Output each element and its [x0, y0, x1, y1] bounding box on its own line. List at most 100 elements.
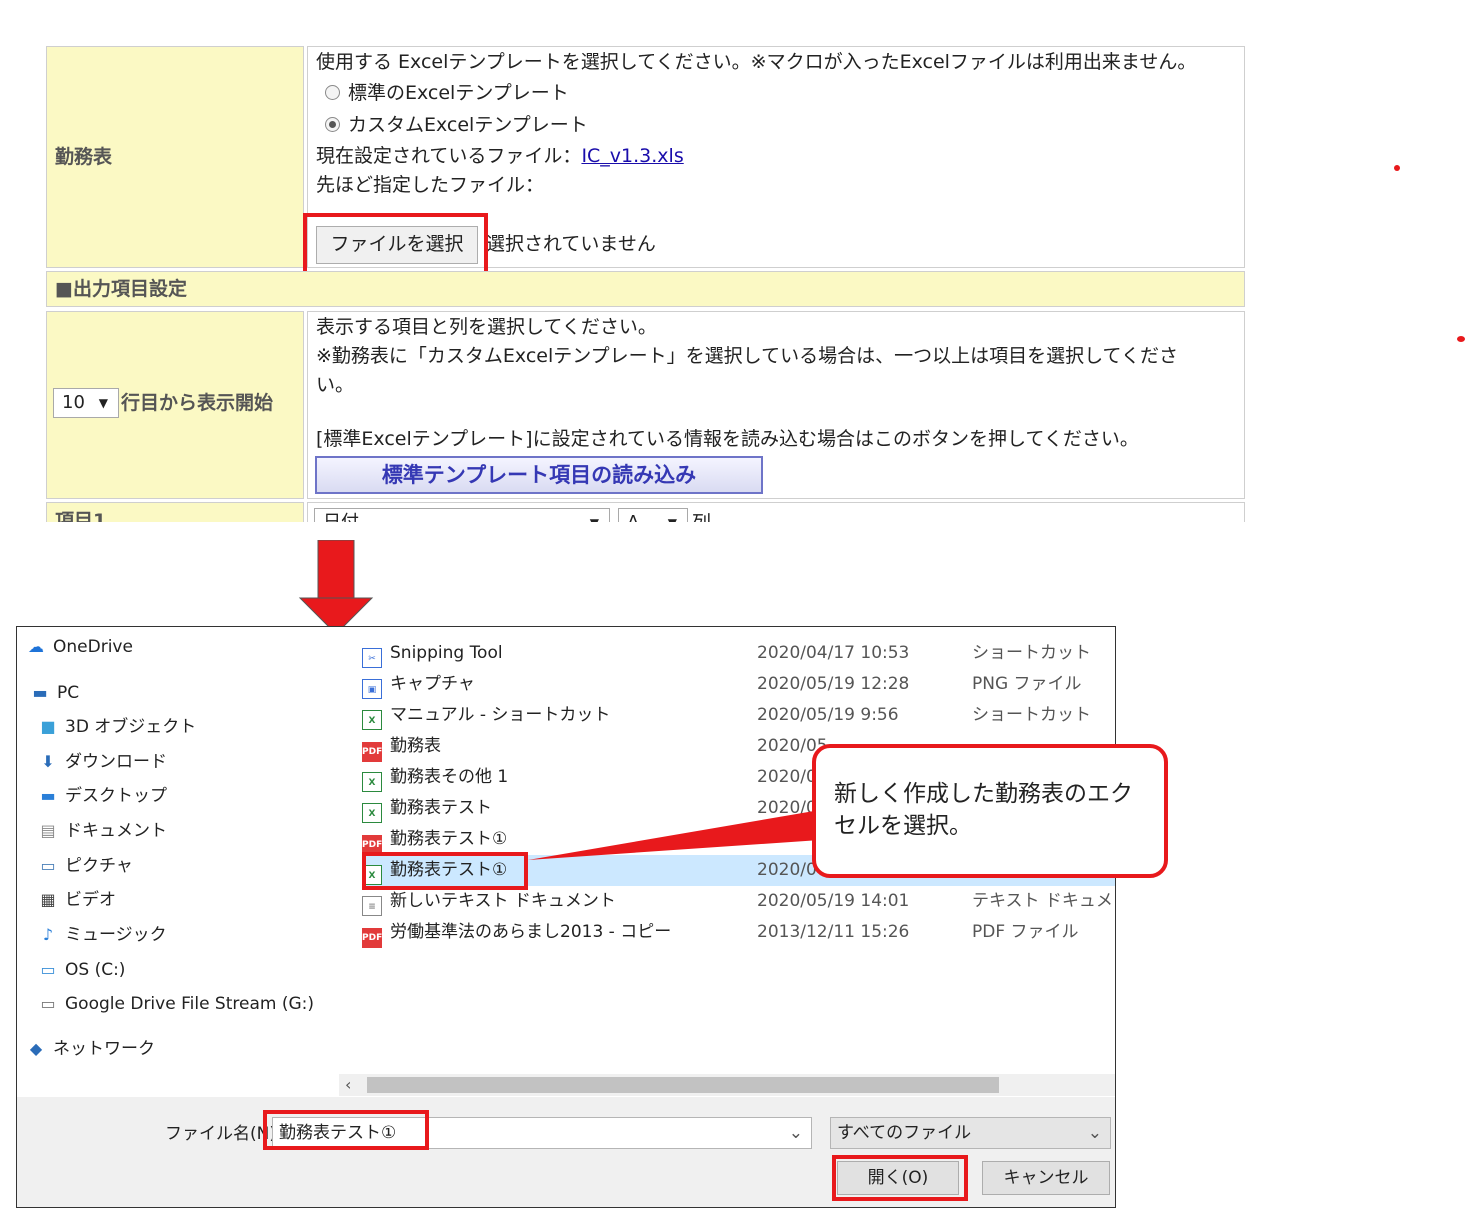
select-items-text: 表示する項目と列を選択してください。: [316, 316, 657, 338]
radio-standard-template[interactable]: [325, 85, 340, 100]
filetype-value: すべてのファイル: [837, 1123, 972, 1143]
highlight-selected-file: [362, 852, 528, 890]
chevron-down-icon: ▼: [590, 509, 599, 522]
image-file-icon: ▣: [362, 679, 382, 699]
nav-item-videos[interactable]: ▦ ビデオ: [37, 889, 116, 911]
output-section-bar: ■出力項目設定: [46, 271, 1245, 307]
highlight-choose-file: [303, 213, 488, 280]
worksheet-label-cell: 勤務表: [46, 46, 304, 268]
file-type: ショートカット: [972, 705, 1091, 725]
chevron-down-icon: ⌄: [1087, 1123, 1102, 1143]
file-date: 2020/0: [757, 767, 817, 787]
item1-value-cell: 日付 ▼ A ▼ 列: [307, 502, 1245, 522]
scroll-left-icon[interactable]: ‹: [345, 1074, 351, 1096]
item1-label-cell: 項目1: [46, 502, 304, 522]
nav-item-music[interactable]: ♪ ミュージック: [37, 924, 167, 946]
start-row-suffix: 行目から表示開始: [121, 392, 274, 414]
excel-file-icon: X: [362, 772, 382, 792]
template-prompt: 使用する Excelテンプレートを選択してください。※マクロが入ったExcelフ…: [316, 51, 1197, 73]
note-line-2: い。: [316, 374, 355, 396]
cloud-icon: ☁: [28, 637, 44, 656]
item1-label: 項目1: [55, 510, 107, 522]
scrollbar-thumb[interactable]: [367, 1077, 999, 1093]
cube-icon: ■: [40, 717, 56, 736]
current-file-line: 現在設定されているファイル：IC_v1.3.xls: [316, 144, 684, 168]
file-row[interactable]: X マニュアル - ショートカット 2020/05/19 9:56 ショートカット: [362, 700, 1115, 731]
nav-item-desktop[interactable]: ▬ デスクトップ: [37, 785, 167, 807]
filetype-select[interactable]: すべてのファイル ⌄: [830, 1117, 1111, 1149]
output-section-title: ■出力項目設定: [55, 278, 187, 300]
nav-item-pictures[interactable]: ▭ ピクチャ: [37, 855, 132, 877]
file-type: PDF ファイル: [972, 922, 1079, 942]
nav-item-os-drive[interactable]: ▭ OS (C:): [37, 959, 125, 981]
nav-item-documents[interactable]: ▤ ドキュメント: [37, 820, 167, 842]
cancel-button[interactable]: キャンセル: [982, 1161, 1110, 1195]
computer-icon: ▬: [32, 683, 48, 702]
text-file-icon: ≡: [362, 896, 382, 916]
excel-file-icon: X: [362, 803, 382, 823]
red-dot: [1457, 336, 1465, 342]
callout-pointer: [528, 810, 820, 860]
callout-line-1: 新しく作成した勤務表のエク: [834, 781, 1133, 807]
nav-item-onedrive[interactable]: ☁ OneDrive: [25, 636, 133, 658]
radio-standard-label: 標準のExcelテンプレート: [348, 82, 569, 104]
horizontal-scrollbar[interactable]: ‹: [339, 1074, 1115, 1096]
file-date: 2020/05/19 14:01: [757, 891, 910, 911]
clipped-file-row: [362, 627, 1115, 631]
load-template-items-button[interactable]: 標準テンプレート項目の読み込み: [315, 456, 763, 494]
nav-item-pc[interactable]: ▬ PC: [29, 682, 79, 704]
load-hint: [標準Excelテンプレート]に設定されている情報を読み込む場合はこのボタンを押…: [316, 428, 1139, 450]
navigation-pane: ☁ OneDrive ▬ PC ■ 3D オブジェクト ⬇ ダウンロード ▬ デスクトップ…: [17, 627, 339, 1097]
red-dot: [1394, 165, 1400, 171]
file-row[interactable]: PDF 労働基準法のあらまし2013 - コピー 2013/12/11 15:26…: [362, 917, 1115, 948]
nav-item-3d-objects[interactable]: ■ 3D オブジェクト: [37, 716, 196, 738]
desktop-icon: ▬: [40, 786, 56, 805]
radio-custom-template[interactable]: [325, 117, 340, 132]
download-arrow-icon: ⬇: [41, 752, 55, 771]
start-row-value: 10: [62, 392, 85, 413]
callout-line-2: セルを選択。: [834, 813, 972, 839]
drive-icon: ▭: [40, 960, 56, 979]
highlight-filename-input: [263, 1110, 429, 1150]
file-open-dialog: ☁ OneDrive ▬ PC ■ 3D オブジェクト ⬇ ダウンロード ▬ デスクトップ…: [16, 626, 1116, 1208]
item1-col-value: A: [627, 512, 639, 522]
down-arrow-icon: [298, 540, 374, 635]
items-value-cell: 表示する項目と列を選択してください。 ※勤務表に「カスタムExcelテンプレート…: [307, 311, 1245, 499]
chevron-down-icon: ▼: [98, 396, 108, 410]
item1-col-suffix: 列: [692, 511, 711, 522]
specified-file-label: 先ほど指定したファイル：: [316, 174, 545, 196]
file-row[interactable]: ≡ 新しいテキスト ドキュメント 2020/05/19 14:01 テキスト ドキ…: [362, 886, 1115, 917]
nav-item-downloads[interactable]: ⬇ ダウンロード: [37, 751, 167, 773]
file-date: 2020/05/19 12:28: [757, 674, 910, 694]
music-note-icon: ♪: [42, 925, 54, 944]
item1-select[interactable]: 日付 ▼: [314, 508, 610, 522]
file-type: PNG ファイル: [972, 674, 1082, 694]
start-row-select[interactable]: 10 ▼: [53, 388, 119, 418]
nav-item-network[interactable]: ◆ ネットワーク: [25, 1038, 155, 1060]
excel-shortcut-icon: X: [362, 710, 382, 730]
no-file-text: 選択されていません: [486, 233, 656, 255]
document-icon: ▤: [40, 821, 56, 840]
current-file-label: 現在設定されているファイル：: [316, 145, 582, 167]
nav-item-google-drive[interactable]: ▭ Google Drive File Stream (G:): [37, 993, 314, 1015]
drive-icon: ▭: [40, 994, 56, 1013]
item1-col-select[interactable]: A ▼: [618, 508, 688, 522]
file-row[interactable]: ▣ キャプチャ 2020/05/19 12:28 PNG ファイル: [362, 669, 1115, 700]
scissors-icon: ✂: [362, 648, 382, 668]
radio-custom-label: カスタムExcelテンプレート: [348, 114, 588, 136]
chevron-down-icon[interactable]: ⌄: [789, 1118, 803, 1148]
file-type: テキスト ドキュメント: [972, 891, 1115, 911]
worksheet-label: 勤務表: [55, 146, 113, 168]
pdf-file-icon: PDF: [362, 928, 382, 948]
network-icon: ◆: [29, 1039, 43, 1058]
item1-row-clip: 項目1 日付 ▼ A ▼ 列: [46, 502, 1245, 522]
start-row-cell: 10 ▼ 行目から表示開始: [46, 311, 304, 499]
film-icon: ▦: [40, 890, 56, 909]
chevron-down-icon: ▼: [668, 509, 677, 522]
current-file-link[interactable]: IC_v1.3.xls: [581, 145, 683, 167]
file-date: 2013/12/11 15:26: [757, 922, 910, 942]
file-date: 2020/05/19 9:56: [757, 705, 899, 725]
item1-select-value: 日付: [323, 512, 359, 522]
file-date: 2020/04/17 10:53: [757, 643, 910, 663]
file-row[interactable]: ✂ Snipping Tool 2020/04/17 10:53 ショートカット: [362, 638, 1115, 669]
